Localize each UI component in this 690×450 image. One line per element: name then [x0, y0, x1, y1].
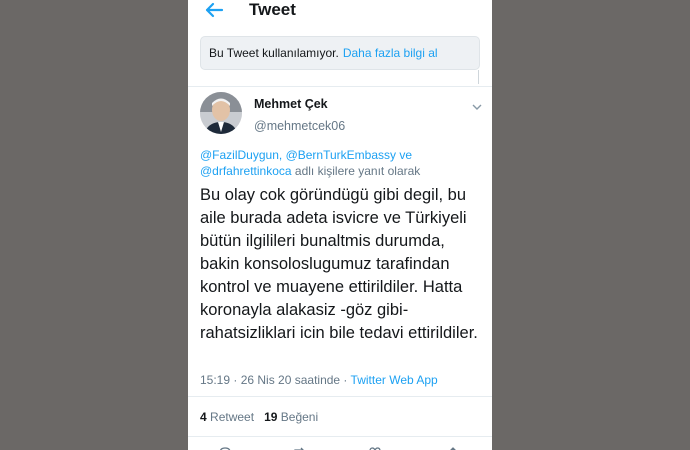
retweet-label: Retweet	[210, 410, 255, 424]
tweet-meta: 15:19 · 26 Nis 20 saatinde · Twitter Web…	[200, 373, 438, 387]
retweet-count: 4	[200, 410, 207, 424]
retweet-icon[interactable]	[293, 444, 307, 450]
share-icon[interactable]	[446, 444, 460, 450]
like-count: 19	[264, 410, 278, 424]
divider	[188, 436, 492, 437]
tweet-timestamp: 15:19 · 26 Nis 20 saatinde ·	[200, 373, 351, 387]
like-label: Beğeni	[280, 410, 319, 424]
like-icon[interactable]	[368, 444, 382, 450]
tweet-stats: 4 Retweet 19 Beğeni	[200, 410, 318, 424]
like-stat[interactable]: 19 Beğeni	[264, 410, 318, 424]
mention-link[interactable]: @BernTurkEmbassy	[286, 148, 396, 162]
learn-more-link[interactable]: Daha fazla bilgi al	[343, 46, 438, 60]
action-bar	[188, 444, 492, 450]
author-handle[interactable]: @mehmetcek06	[254, 119, 345, 133]
page-title: Tweet	[249, 0, 296, 19]
mention-link[interactable]: @FazilDuygun	[200, 148, 279, 162]
notice-text: Bu Tweet kullanılamıyor.	[209, 46, 339, 60]
tweet-detail-screen: Tweet Bu Tweet kullanılamıyor. Daha fazl…	[188, 0, 492, 450]
chevron-down-icon[interactable]	[471, 99, 483, 110]
app-header: Tweet	[188, 0, 492, 26]
author-name[interactable]: Mehmet Çek	[254, 97, 328, 111]
unavailable-tweet-notice: Bu Tweet kullanılamıyor. Daha fazla bilg…	[200, 36, 480, 70]
reply-suffix: adlı kişilere yanıt olarak	[291, 164, 421, 178]
reply-context: @FazilDuygun, @BernTurkEmbassy ve @drfah…	[200, 147, 482, 179]
arrow-left-icon[interactable]	[204, 2, 224, 18]
avatar[interactable]	[200, 92, 242, 134]
divider	[188, 86, 492, 87]
mention-separator: ,	[278, 148, 286, 162]
divider	[188, 396, 492, 397]
tweet-source-link[interactable]: Twitter Web App	[351, 373, 438, 387]
mention-conjunction: ve	[396, 148, 413, 162]
thread-connector	[478, 70, 479, 84]
tweet-text: Bu olay cok göründügü gibi degil, bu ail…	[200, 186, 478, 342]
reply-icon[interactable]	[218, 444, 232, 450]
mention-link[interactable]: @drfahrettinkoca	[200, 164, 292, 178]
retweet-stat[interactable]: 4 Retweet	[200, 410, 254, 424]
